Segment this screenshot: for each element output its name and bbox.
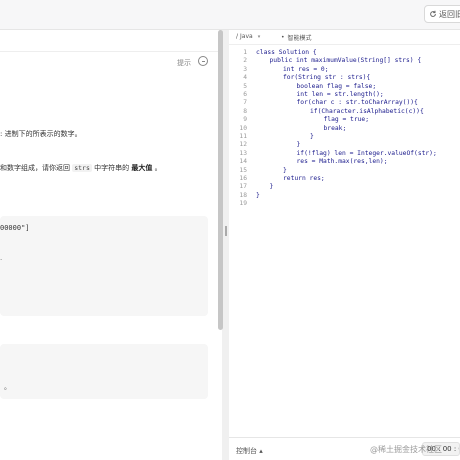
language-selector[interactable]: / Java ▾ [236,33,260,40]
line-number: 7 [243,99,247,107]
code-text: flag = true; [323,116,370,124]
code-text: } [296,141,301,149]
editor-toolbar: / Java ▾ • 智能模式 [229,30,460,45]
code-line[interactable]: 16 return res; [229,175,460,183]
line-number: 15 [239,166,247,174]
line-number: 9 [243,116,247,124]
code-line[interactable]: 6 int len = str.length(); [229,91,460,99]
code-line[interactable]: 8 if(Character.isAlphabetic(c)){ [229,108,460,116]
code-line[interactable]: 13 if(!flag) len = Integer.valueOf(str); [229,150,460,158]
problem-tabs-header [0,30,222,52]
line-number: 2 [243,57,247,65]
code-line[interactable]: 3 int res = 0; [229,66,460,74]
code-text: } [310,133,314,140]
code-text: } [256,191,260,199]
hint-link[interactable]: 提示 [177,58,191,68]
code-line[interactable]: 11} [229,133,460,141]
line-number: 14 [239,158,247,166]
editor-panel: / Java ▾ • 智能模式 1 class Solution { 2 public… [229,30,460,460]
code-text: for(String str : strs){ [283,74,371,82]
code-line[interactable]: 1 class Solution { [229,49,460,57]
code-line[interactable]: 19 [229,200,460,208]
code-line[interactable]: 5 boolean flag = false; [229,83,460,91]
code-line[interactable]: 14 res = Math.max(res,len); [229,158,460,166]
example-1-text: 00000"] [0,224,30,232]
console-label: 控制台 [236,447,257,455]
code-text: int res = 0; [283,65,329,73]
line-number: 1 [243,49,247,56]
back-button-label: 返回旧 [439,9,460,19]
code-line[interactable]: 10 break; [229,125,460,133]
top-bar: 返回旧 [0,0,460,30]
language-icon: / [236,33,239,40]
watermark: @稀土掘金技术社区 [370,445,442,454]
smart-mode-toggle[interactable]: • 智能模式 [281,33,312,42]
code-text: boolean flag = false; [296,82,377,90]
line-number: 3 [243,65,247,73]
line-number: 16 [239,175,247,182]
line-number: 11 [239,133,247,140]
line-number: 12 [239,141,247,149]
code-line[interactable]: 7 for(char c : str.toCharArray()){ [229,99,460,107]
refresh-icon [430,10,436,17]
code-text: res = Math.max(res,len); [296,158,388,166]
line-number: 17 [239,183,247,191]
example-1-box: 00000"] . [0,216,208,316]
example-2-box: 。 [0,344,208,399]
language-label: Java [240,33,253,40]
example-2-dot: 。 [4,383,11,391]
max-value-emphasis: 最大值 [131,164,153,172]
code-line[interactable]: 17} [229,183,460,191]
code-text: public int maximumValue(String[] strs) { [269,57,422,65]
chevron-down-icon: ▾ [257,33,261,40]
clock-icon[interactable] [198,56,208,66]
code-line[interactable]: 15} [229,167,460,175]
back-to-old-version-button[interactable]: 返回旧 [424,5,460,23]
divider-drag-handle[interactable] [225,226,227,236]
code-text: if(Character.isAlphabetic(c)){ [310,107,424,115]
problem-panel: 提示 : 进制下的所表示的数字。 和数字组成，请你返回 strs 中字符串的 最… [0,30,222,460]
code-text: } [269,183,274,191]
code-line[interactable]: 2 public int maximumValue(String[] strs) … [229,57,460,65]
code-line[interactable]: 4 for(String str : strs){ [229,74,460,82]
code-line[interactable]: 12} [229,141,460,149]
line-number: 6 [243,91,247,98]
smart-mode-icon: • [281,34,285,41]
line-number: 19 [239,200,247,208]
smart-mode-label: 智能模式 [287,35,312,42]
code-text: } [283,166,287,174]
desc-mid: 中字符串的 [91,164,132,172]
line-number: 18 [239,191,247,199]
example-1-dot: . [0,254,3,262]
code-text: if(!flag) len = Integer.valueOf(str); [296,149,437,157]
console-toggle[interactable]: 控制台 ▴ [236,446,263,456]
line-number: 8 [243,107,247,115]
panel-divider[interactable] [223,30,228,460]
code-text: class Solution { [256,49,317,56]
code-line[interactable]: 18} [229,192,460,200]
code-line[interactable]: 9 flag = true; [229,116,460,124]
line-number: 13 [239,149,247,157]
code-text: break; [323,124,347,132]
line-number: 5 [243,82,247,90]
problem-description-line-2: 和数字组成，请你返回 strs 中字符串的 最大值 。 [0,163,162,173]
code-text: return res; [283,175,325,182]
line-number: 4 [243,74,247,82]
desc-prefix: 和数字组成，请你返回 [0,164,73,172]
line-number: 10 [239,124,247,132]
desc-suffix: 。 [152,164,162,172]
code-text: int len = str.length(); [296,91,384,98]
problem-description-line-1: : 进制下的所表示的数字。 [0,130,82,138]
strs-code: strs [72,164,92,172]
code-text: for(char c : str.toCharArray()){ [296,99,418,107]
